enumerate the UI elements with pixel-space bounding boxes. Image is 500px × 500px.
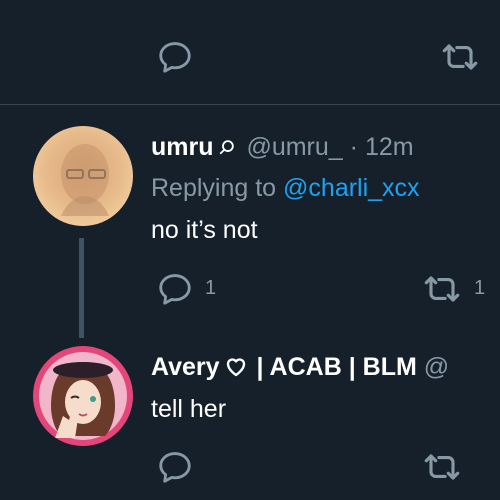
retweet-count: 1 xyxy=(474,277,486,299)
search-icon xyxy=(218,138,236,156)
reply-icon[interactable] xyxy=(156,38,194,76)
replying-to-prefix: Replying to xyxy=(151,174,277,202)
display-name-prefix: Avery xyxy=(151,353,220,381)
heart-outline-icon xyxy=(224,355,248,377)
timestamp[interactable]: 12m xyxy=(365,133,414,161)
retweet-icon[interactable] xyxy=(438,38,482,76)
separator: · xyxy=(349,133,358,161)
handle[interactable]: @ xyxy=(424,353,449,381)
replying-to-line: Replying to @charli_xcx xyxy=(151,173,420,203)
handle[interactable]: @umru_ xyxy=(246,133,342,161)
display-name-suffix: | ACAB | BLM xyxy=(249,353,417,381)
replying-to-link[interactable]: @charli_xcx xyxy=(283,174,420,202)
reply-icon[interactable] xyxy=(156,270,194,308)
display-name[interactable]: umru xyxy=(151,133,214,161)
tweet-header-avery: Avery | ACAB | BLM @ xyxy=(151,352,449,382)
retweet-icon[interactable] xyxy=(420,448,464,486)
tweet-text: no it’s not xyxy=(151,216,258,244)
tweet-text: tell her xyxy=(151,395,227,423)
reply-count: 1 xyxy=(205,277,217,299)
tweet-divider xyxy=(0,104,500,105)
display-name[interactable]: Avery | ACAB | BLM xyxy=(151,353,417,381)
avatar-avery[interactable] xyxy=(33,346,133,446)
twitter-thread-screen: umru @umru_ · 12m Replying to @charli_xc… xyxy=(0,0,500,500)
tweet-header-umru: umru @umru_ · 12m xyxy=(151,132,414,162)
retweet-icon[interactable] xyxy=(420,270,464,308)
reply-icon[interactable] xyxy=(156,448,194,486)
thread-connector-line xyxy=(79,238,84,338)
avatar-umru[interactable] xyxy=(33,126,133,226)
